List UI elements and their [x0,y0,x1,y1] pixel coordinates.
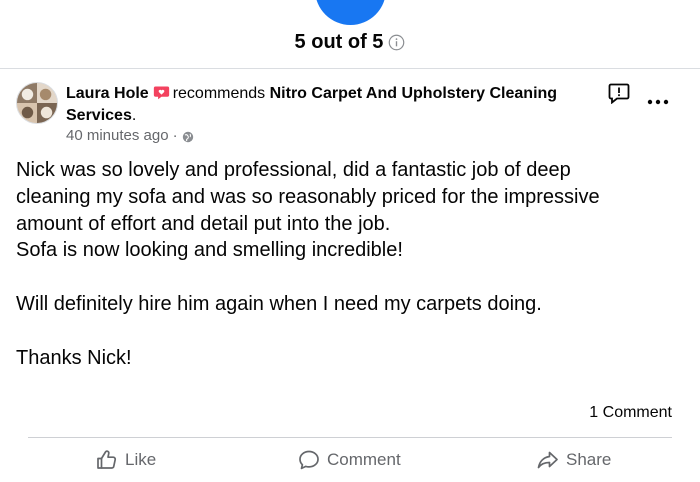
comment-bubble-icon [299,450,319,470]
rating-circle-icon [315,0,386,25]
info-icon[interactable] [388,34,405,51]
comment-count[interactable]: 1 Comment [589,404,672,422]
rating-summary: 5 out of 5 [0,31,700,54]
actions-divider [28,437,672,438]
page-name-suffix: . [131,107,137,124]
comment-label: Comment [327,450,401,469]
section-divider [0,68,700,69]
post-body-line: cleaning my sofa and was so reasonably p… [16,185,600,208]
share-arrow-icon [537,451,558,469]
recommend-speech-bubble-icon [153,84,170,101]
like-button[interactable]: Like [95,448,156,472]
share-button[interactable]: Share [536,448,611,472]
meta-separator: · [172,127,178,144]
like-label: Like [125,450,157,469]
author-name[interactable]: Laura Hole [66,85,149,102]
post-body-line: amount of effort and detail put into the… [16,212,391,235]
comment-button[interactable]: Comment [297,448,401,472]
report-flag-icon[interactable] [608,82,630,105]
thumbs-up-icon [97,450,117,469]
post-timestamp[interactable]: 40 minutes ago [66,127,169,144]
post-meta: 40 minutes ago · [66,127,194,144]
review-post-page: 5 out of 5 Laura Hole recommends Nitro C… [0,0,700,482]
globe-icon [182,130,194,142]
rating-text: 5 out of 5 [294,31,384,53]
post-body-line: Thanks Nick! [16,346,132,369]
post-body-line: Will definitely hire him again when I ne… [16,292,542,315]
more-options-icon[interactable] [646,95,670,109]
recommends-text: recommends [172,85,266,102]
post-actions: Like Comment Share [0,448,700,478]
share-label: Share [566,450,612,469]
post-body-line: Sofa is now looking and smelling incredi… [16,239,403,262]
post-body: Nick was so lovely and professional, did… [16,157,686,371]
post-body-line: Nick was so lovely and professional, did… [16,159,571,181]
post-header: Laura Hole recommends Nitro Carpet And U… [66,83,586,127]
avatar[interactable] [16,82,58,124]
